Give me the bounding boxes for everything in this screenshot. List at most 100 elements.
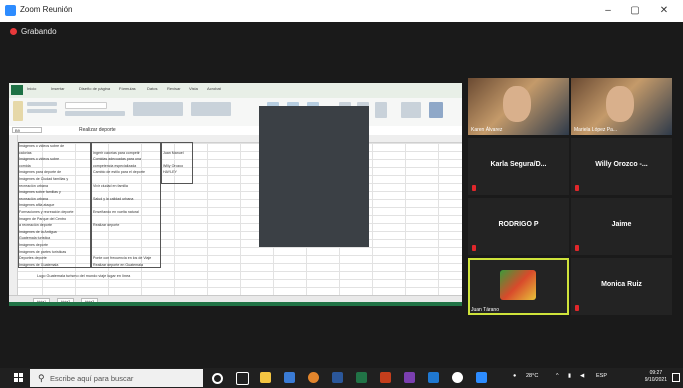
cell-a[interactable]: recreación urbana (19, 197, 89, 201)
row-headers[interactable] (9, 135, 18, 295)
cell-a[interactable]: Formaciones y recreación deporte (19, 210, 89, 214)
muted-mic-icon (575, 305, 579, 311)
recording-indicator[interactable]: Grabando (10, 27, 57, 36)
cell-a[interactable]: Imágenes o videos sobre (19, 157, 89, 161)
tab-3[interactable]: Diseño de página (79, 86, 110, 91)
taskbar-search[interactable]: ⚲ Escribe aquí para buscar (30, 369, 203, 387)
participant-name: Jaime (611, 221, 632, 228)
copy-icon[interactable] (27, 109, 57, 113)
cell-c[interactable]: Willy Orozco (163, 164, 193, 168)
muted-mic-icon (575, 185, 579, 191)
zoom-taskbar-icon[interactable] (476, 372, 487, 383)
font-select[interactable] (65, 102, 107, 109)
windows-start-icon[interactable] (14, 373, 24, 383)
cortana-icon[interactable] (212, 373, 223, 384)
weather-icon[interactable]: ● (513, 373, 516, 379)
cell-a[interactable]: Imagen de Parque del Centro (19, 217, 89, 221)
cell-a[interactable]: Imágenes de Guatemala (19, 263, 89, 267)
cell-b[interactable]: Ponte con frecuencia en los de Viaje (93, 256, 159, 260)
file-explorer-icon[interactable] (260, 372, 271, 383)
network-icon[interactable]: ▮ (568, 373, 571, 379)
cell-a[interactable]: Imágenes sobre familias y (19, 190, 89, 194)
sheet-note: Lugo Guatemala turismo del mundo viaje l… (37, 274, 131, 278)
tray-chevron-icon[interactable]: ^ (556, 373, 559, 379)
participant-name: Monica Ruiz (601, 281, 642, 288)
cell-a[interactable]: Imágenes o videos sobre de (19, 144, 89, 148)
cell-b[interactable]: Enseñando en vuelta natural (93, 210, 159, 214)
participant-tile[interactable]: RODRIGO P (468, 198, 569, 255)
cell-b[interactable]: Vivir ciudad en familia (93, 184, 159, 188)
participant-tile[interactable]: Jaime (571, 198, 672, 255)
onenote-icon[interactable] (404, 372, 415, 383)
participant-face (503, 86, 531, 122)
paste-icon[interactable] (13, 101, 23, 121)
tab-7[interactable]: Vista (189, 86, 198, 91)
cell-a[interactable]: calorías (19, 151, 89, 155)
participant-tile[interactable]: Monica Ruiz (571, 258, 672, 315)
font-format-icons[interactable] (65, 111, 125, 116)
cell-a[interactable]: Imágenes de Ciudad familias y (19, 177, 89, 181)
volume-icon[interactable]: ◀ (580, 373, 584, 379)
cell-c[interactable]: Juan Manuel (163, 151, 193, 155)
cell-b[interactable]: Comidas adecuadas para una (93, 157, 159, 161)
minimize-button[interactable]: – (596, 2, 620, 20)
status-bar (9, 302, 462, 306)
close-button[interactable]: ✕ (652, 2, 676, 20)
cell-b[interactable]: Cambio de estilo para el deporte (93, 170, 159, 174)
tab-6[interactable]: Revisar (167, 86, 181, 91)
name-box[interactable]: B9 (12, 127, 42, 133)
participant-tile[interactable]: Willy Orozco -... (571, 138, 672, 195)
tab-5[interactable]: Datos (147, 86, 157, 91)
cell-b[interactable]: Realizar deporte en Guatemala (93, 263, 159, 267)
participant-tile[interactable]: Mariela López Pa... (571, 78, 672, 135)
format-cells-icon[interactable] (375, 102, 387, 118)
cell-a[interactable]: Imágenes deporte (19, 243, 89, 247)
cell-b[interactable]: Salud y la calidad urbana (93, 197, 159, 201)
cell-b[interactable]: Ingerir calorías para competir (93, 151, 159, 155)
maximize-button[interactable]: ▢ (623, 2, 647, 20)
cell-a[interactable]: Imágenes afila ataque (19, 203, 89, 207)
tab-4[interactable]: Fórmulas (119, 86, 136, 91)
participant-tile[interactable]: Juan Tárano (468, 258, 569, 315)
excel-icon[interactable] (356, 372, 367, 383)
tab-8[interactable]: Acrobat (207, 86, 221, 91)
tab-1[interactable]: Inicio (27, 86, 36, 91)
browser-icon[interactable] (308, 372, 319, 383)
ribbon-tabs: Inicio Insertar Diseño de página Fórmula… (9, 83, 462, 99)
alignment-icons[interactable] (133, 102, 183, 116)
chrome-icon[interactable] (452, 372, 463, 383)
cell-a[interactable]: Deportes deporte (19, 256, 89, 260)
cell-a[interactable]: Imágenes de la Antigua (19, 230, 89, 234)
weather-temp[interactable]: 28°C (526, 373, 538, 379)
cell-a[interactable]: Imágenes para deporte de (19, 170, 89, 174)
cell-b[interactable]: competencia especializada (93, 164, 159, 168)
cell-a[interactable]: Imágenes de partes turísticas (19, 250, 89, 254)
mail-icon[interactable] (284, 372, 295, 383)
muted-mic-icon (472, 185, 476, 191)
language-indicator[interactable]: ESP (596, 373, 607, 379)
word-icon[interactable] (332, 372, 343, 383)
file-tab[interactable] (11, 85, 23, 95)
cell-a[interactable]: comida (19, 164, 89, 168)
cell-b[interactable]: Realizar deporte (93, 223, 159, 227)
notifications-icon[interactable] (672, 373, 680, 382)
taskbar-clock[interactable]: 09:27 9/10/2021 (645, 370, 667, 384)
task-view-icon[interactable] (236, 372, 249, 385)
number-format-icons[interactable] (191, 102, 231, 116)
sum-icon[interactable] (401, 102, 421, 118)
cut-icon[interactable] (27, 102, 57, 106)
cell-a[interactable]: Guatemala turística (19, 236, 89, 240)
store-icon[interactable] (428, 372, 439, 383)
participant-tile[interactable]: Karen Álvarez (468, 78, 569, 135)
cell-a[interactable]: a recreación deporte (19, 223, 89, 227)
sort-filter-icon[interactable] (429, 102, 443, 118)
muted-mic-icon (472, 245, 476, 251)
tab-2[interactable]: Insertar (51, 86, 65, 91)
zoom-app-icon (5, 5, 16, 16)
cell-c[interactable]: HAYLEY (163, 170, 193, 174)
participant-tile[interactable]: Karla Segura/D... (468, 138, 569, 195)
formula-input[interactable]: Realizar deporte (79, 127, 116, 133)
cell-a[interactable]: recreación urbana (19, 184, 89, 188)
shared-screen: Inicio Insertar Diseño de página Fórmula… (9, 83, 462, 306)
powerpoint-icon[interactable] (380, 372, 391, 383)
